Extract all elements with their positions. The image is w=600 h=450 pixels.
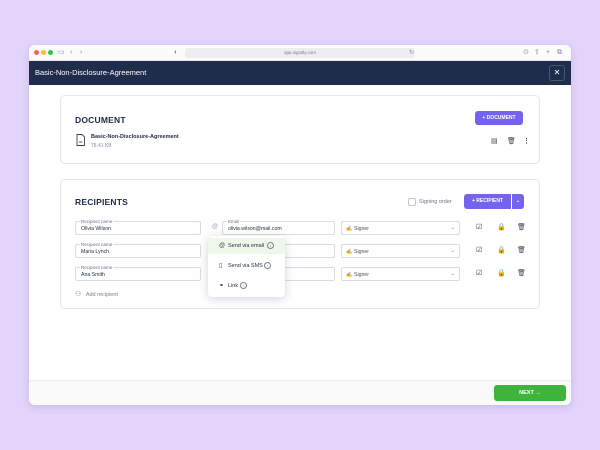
recipient-name-value: Ana Smith (81, 272, 105, 278)
recipient-email-field[interactable]: Email olivia.wilson@mail.com (222, 219, 335, 235)
chevron-down-icon: ⌄ (450, 225, 455, 231)
recipient-name-label: Recipient name (80, 265, 114, 270)
menu-item-label: Send via email (228, 243, 265, 249)
info-icon[interactable]: i (240, 282, 247, 289)
lock-icon[interactable]: 🔒 (497, 270, 506, 278)
app-header: Basic-Non-Disclosure-Agreement ✕ (29, 61, 571, 85)
chevron-down-icon: ⌄ (450, 248, 455, 254)
trash-icon[interactable]: 🗑 (517, 224, 526, 232)
signing-order-label: Signing order (419, 199, 452, 205)
footer-bar: NEXT → (29, 380, 571, 405)
new-tab-icon[interactable]: + (546, 48, 550, 58)
recipients-section-title: RECIPIENTS (75, 197, 129, 207)
recipient-name-field[interactable]: Recipient name Maria Lynch (75, 242, 201, 258)
sidebar-toggle-icon[interactable]: ▭ (58, 48, 65, 58)
app-window: ▭ ‹ › ◐ app.signitly.com ↻ ⊙ ⇪ + ⧉ Basic… (29, 45, 571, 405)
role-select[interactable]: ✍ Signer ⌄ (341, 221, 460, 235)
menu-item-send-via-email[interactable]: @ Send via email i (208, 238, 285, 254)
preview-icon[interactable]: ▤ (491, 138, 498, 146)
menu-item-link[interactable]: ⚭ Link i (208, 278, 285, 294)
checkbox-icon[interactable]: ☑ (476, 247, 482, 255)
at-icon: @ (219, 243, 226, 249)
role-select[interactable]: ✍ Signer ⌄ (341, 267, 460, 281)
info-icon[interactable]: i (267, 242, 274, 249)
recipient-name-label: Recipient name (80, 242, 114, 247)
trash-icon[interactable]: 🗑 (507, 138, 516, 146)
window-maximize-dot[interactable] (48, 50, 53, 55)
email-value: olivia.wilson@mail.com (228, 226, 282, 232)
chevron-down-icon: ⌄ (515, 198, 521, 204)
privacy-icon[interactable]: ◐ (174, 48, 178, 58)
file-size: 78.41 KB (91, 143, 112, 149)
signature-icon: ✍ (346, 272, 353, 278)
email-label: Email (227, 219, 241, 224)
trash-icon[interactable]: 🗑 (517, 247, 526, 255)
back-icon[interactable]: ‹ (70, 48, 72, 58)
user-add-icon: ⚇ (75, 291, 82, 298)
menu-item-label: Send via SMS (228, 263, 263, 269)
add-document-button[interactable]: + DOCUMENT (475, 111, 523, 125)
document-section-title: DOCUMENT (75, 115, 126, 125)
more-options-icon[interactable]: ⋮ (523, 138, 530, 146)
window-minimize-dot[interactable] (41, 50, 46, 55)
downloads-icon[interactable]: ⊙ (523, 48, 529, 58)
checkbox-icon[interactable]: ☑ (476, 224, 482, 232)
signature-icon: ✍ (346, 226, 353, 232)
role-value: Signer (354, 226, 369, 232)
recipient-name-field[interactable]: Recipient name Ana Smith (75, 265, 201, 281)
trash-icon[interactable]: 🗑 (517, 270, 526, 278)
recipient-name-field[interactable]: Recipient name Olivia Wilson (75, 219, 201, 235)
document-title: Basic-Non-Disclosure-Agreement (35, 68, 147, 77)
reload-icon[interactable]: ↻ (409, 48, 414, 58)
recipient-name-label: Recipient name (80, 219, 114, 224)
role-select[interactable]: ✍ Signer ⌄ (341, 244, 460, 258)
menu-item-label: Link (228, 283, 239, 289)
lock-icon[interactable]: 🔒 (497, 224, 506, 232)
menu-item-send-via-sms[interactable]: ▯ Send via SMS i (208, 258, 285, 274)
lock-icon[interactable]: 🔒 (497, 247, 506, 255)
chevron-down-icon: ⌄ (450, 271, 455, 277)
browser-toolbar: ▭ ‹ › ◐ app.signitly.com ↻ ⊙ ⇪ + ⧉ (29, 45, 571, 61)
delivery-method-menu: @ Send via email i ▯ Send via SMS i ⚭ Li… (208, 236, 285, 297)
recipients-card: RECIPIENTS Signing order + RECIPIENT ⌄ R… (60, 179, 540, 309)
file-name: Basic-Non-Disclosure-Agreement (91, 134, 179, 140)
at-icon: @ (212, 224, 219, 230)
add-recipient-label: Add recipient (85, 292, 118, 298)
role-value: Signer (354, 249, 369, 255)
link-icon: ⚭ (219, 283, 225, 289)
signature-icon: ✍ (346, 249, 353, 255)
add-recipient-link[interactable]: ⚇ Add recipient (75, 290, 118, 300)
main-content: DOCUMENT + DOCUMENT Basic-Non-Disclosure… (29, 85, 571, 380)
next-button[interactable]: NEXT → (494, 385, 566, 401)
phone-icon: ▯ (219, 263, 223, 269)
signing-order-checkbox[interactable] (408, 198, 416, 206)
role-value: Signer (354, 272, 369, 278)
recipient-name-value: Maria Lynch (81, 249, 110, 255)
tabs-overview-icon[interactable]: ⧉ (557, 48, 562, 58)
address-bar[interactable]: app.signitly.com (185, 48, 415, 58)
share-icon[interactable]: ⇪ (534, 48, 540, 58)
info-icon[interactable]: i (264, 262, 271, 269)
checkbox-icon[interactable]: ☑ (476, 270, 482, 278)
add-recipient-dropdown-button[interactable]: ⌄ (512, 194, 524, 209)
add-recipient-button[interactable]: + RECIPIENT (464, 194, 511, 209)
document-card: DOCUMENT + DOCUMENT Basic-Non-Disclosure… (60, 95, 540, 164)
file-icon (76, 134, 85, 146)
window-close-dot[interactable] (34, 50, 39, 55)
forward-icon[interactable]: › (80, 48, 82, 58)
close-icon[interactable]: ✕ (549, 65, 565, 81)
recipient-name-value: Olivia Wilson (81, 226, 111, 232)
